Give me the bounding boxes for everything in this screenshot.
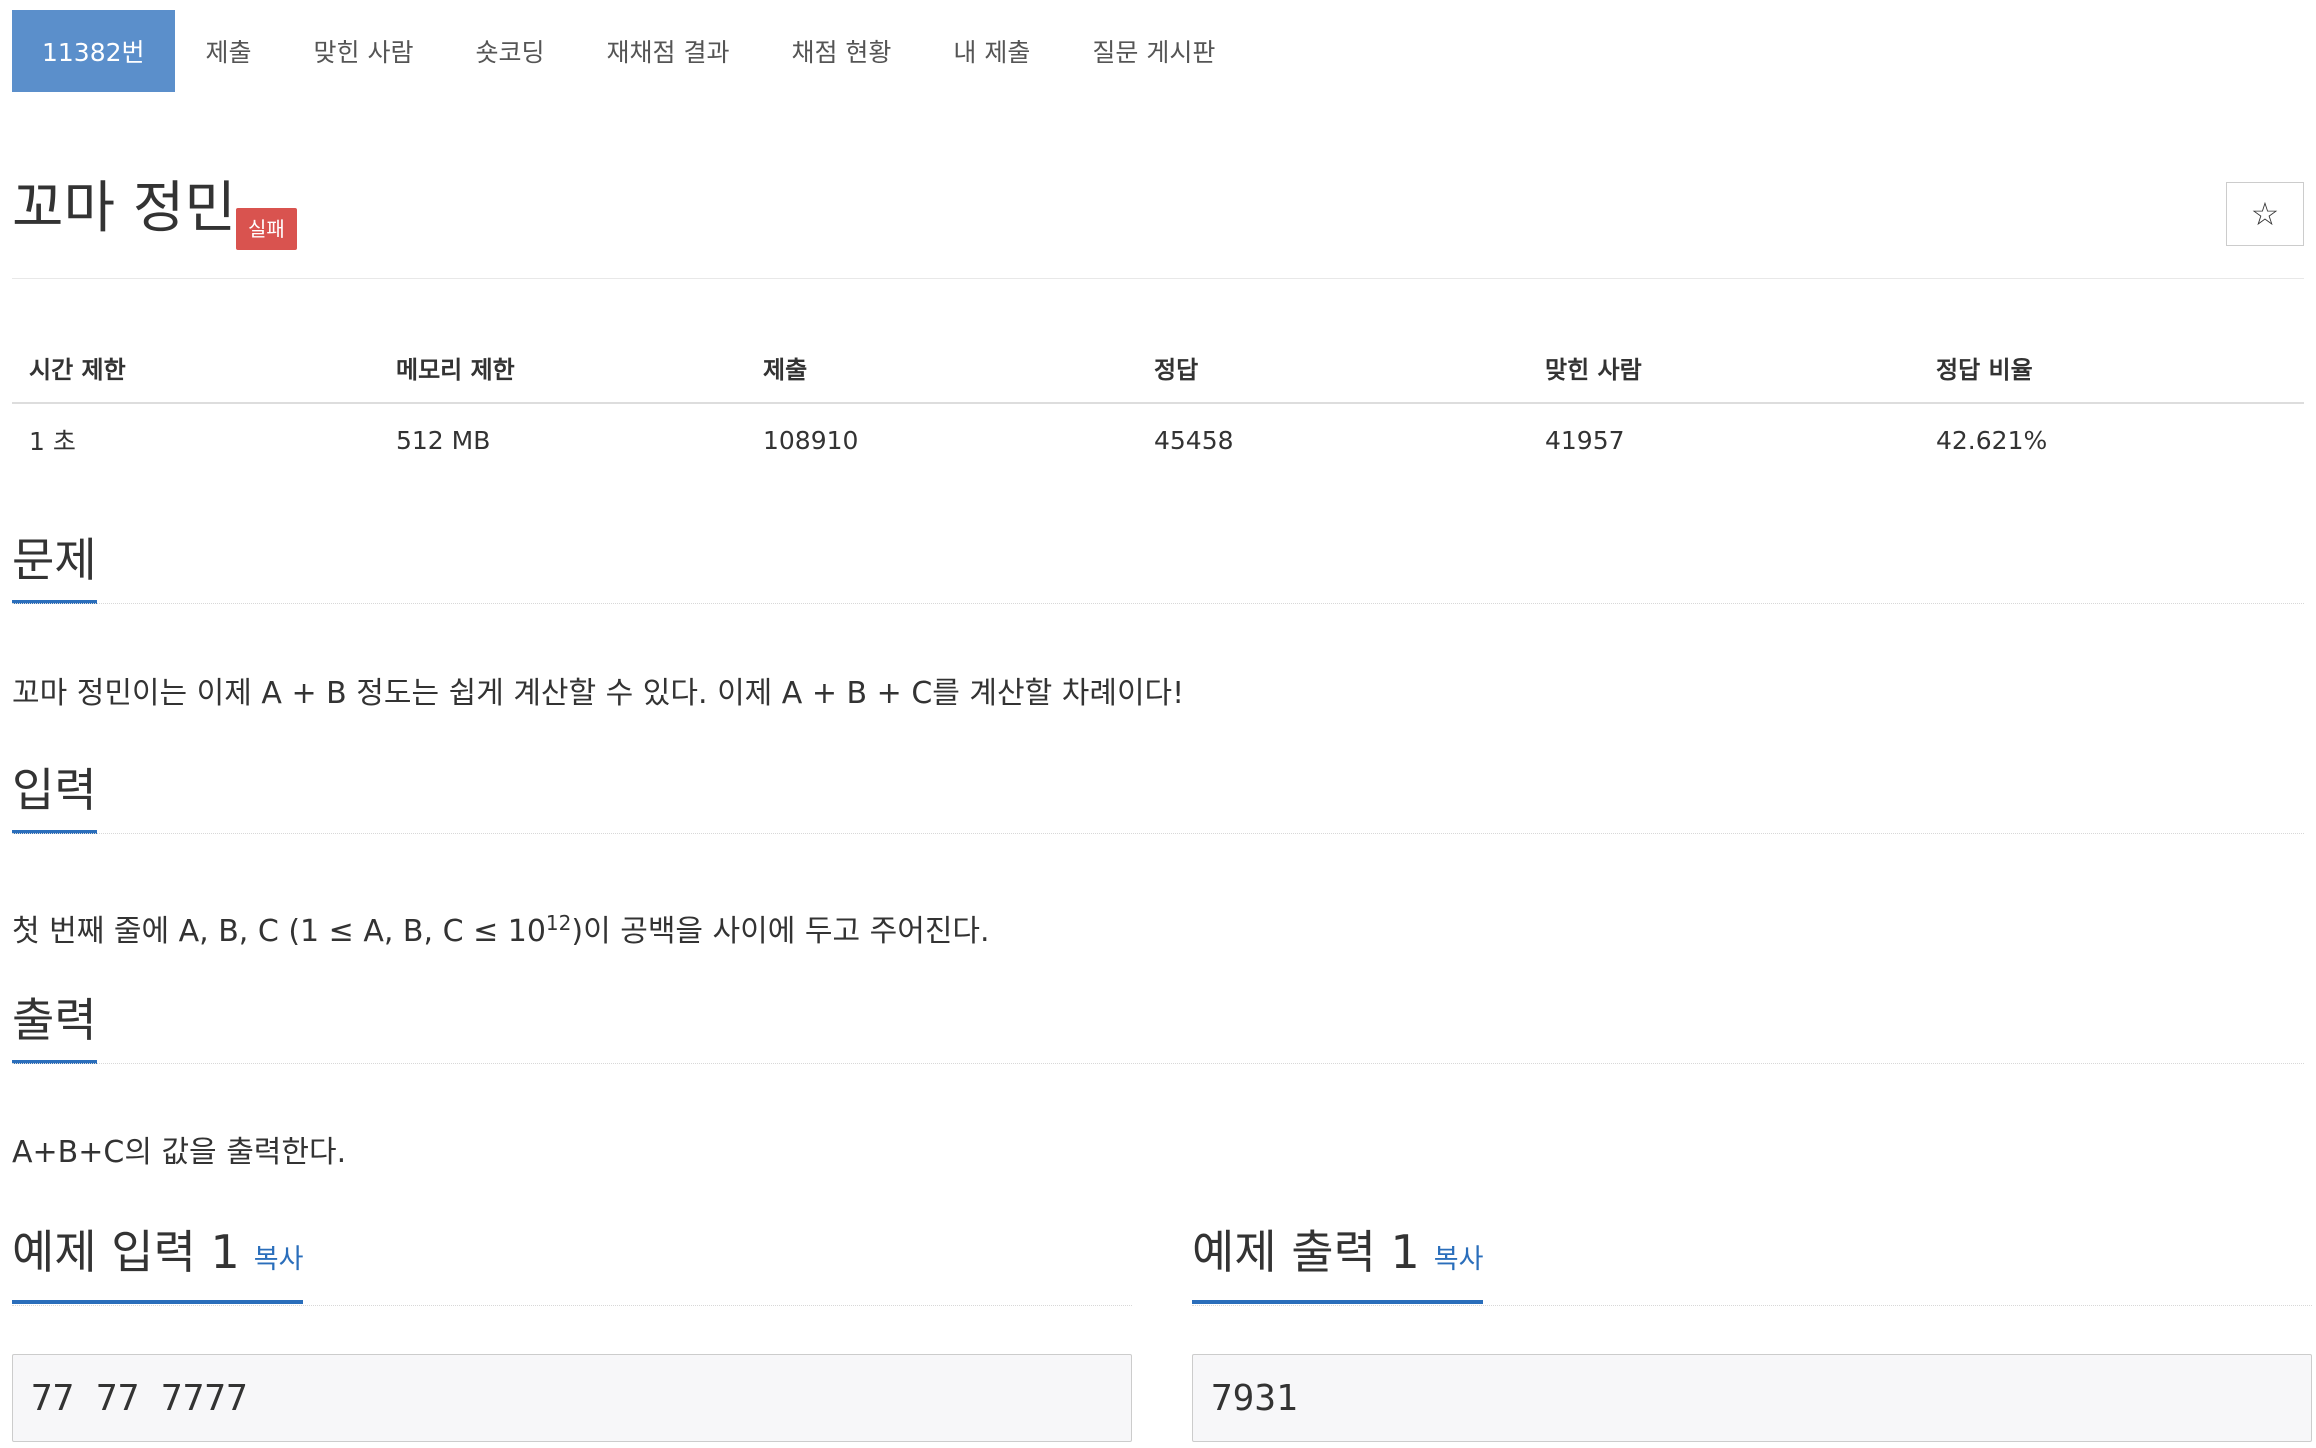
input-text-part: )이 공백을 사이에 두고 주어진다. <box>571 914 990 949</box>
header-accept-ratio: 정답 비율 <box>1919 332 2304 404</box>
header-memory-limit: 메모리 제한 <box>379 332 746 404</box>
value-accept-ratio: 42.621% <box>1936 425 2048 455</box>
section-title: 예제 입력 1 복사 <box>12 1222 304 1304</box>
header-solved-users: 맞힌 사람 <box>1528 332 1919 404</box>
tab-short-coding[interactable]: 숏코딩 <box>445 10 576 92</box>
value-accepted: 45458 <box>1154 425 1234 455</box>
tab-problem[interactable]: 11382번 <box>12 10 175 92</box>
divider <box>12 1305 1132 1306</box>
section-title: 출력 <box>12 990 97 1064</box>
section-title: 문제 <box>12 530 97 604</box>
tab-judge-status[interactable]: 채점 현황 <box>760 10 922 92</box>
sample-output-title: 예제 출력 1 <box>1192 1225 1420 1279</box>
divider <box>12 1063 2304 1064</box>
sample-input-title: 예제 입력 1 <box>12 1225 240 1279</box>
copy-sample-input-link[interactable]: 복사 <box>254 1244 304 1275</box>
title-row: 꼬마 정민 실패 ☆ <box>12 170 2304 256</box>
tab-rejudge-results[interactable]: 재채점 결과 <box>576 10 761 92</box>
status-badge: 실패 <box>236 208 297 250</box>
tab-qna-board[interactable]: 질문 게시판 <box>1061 10 1246 92</box>
description-text: 꼬마 정민이는 이제 A + B 정도는 쉽게 계산할 수 있다. 이제 A +… <box>12 676 1185 711</box>
problem-tabs: 11382번 제출 맞힌 사람 숏코딩 재채점 결과 채점 현황 내 제출 질문… <box>12 10 2304 92</box>
sample-input-data: 77 77 7777 <box>12 1354 1132 1442</box>
section-title: 입력 <box>12 760 97 834</box>
sample-input: 예제 입력 1 복사 77 77 7777 <box>12 1222 1132 1442</box>
value-memory-limit: 512 MB <box>396 425 491 455</box>
tab-solved-users[interactable]: 맞힌 사람 <box>283 10 445 92</box>
input-heading: 입력 <box>12 760 2304 834</box>
description-heading: 문제 <box>12 530 2304 604</box>
divider <box>12 603 2304 604</box>
tab-my-submissions[interactable]: 내 제출 <box>922 10 1061 92</box>
input-text-part: 첫 번째 줄에 A, B, C (1 ≤ A, B, C ≤ 10 <box>12 914 546 949</box>
tab-submit[interactable]: 제출 <box>175 10 283 92</box>
problem-info-table: 시간 제한 메모리 제한 제출 정답 맞힌 사람 정답 비율 1 초 512 M… <box>12 332 2304 476</box>
problem-title: 꼬마 정민 <box>12 176 236 241</box>
header-time-limit: 시간 제한 <box>12 332 379 404</box>
star-button[interactable]: ☆ <box>2226 182 2304 246</box>
divider <box>1192 1305 2312 1306</box>
sample-output-heading: 예제 출력 1 복사 <box>1192 1222 2312 1306</box>
header-accepted: 정답 <box>1137 332 1528 404</box>
star-icon: ☆ <box>2250 195 2280 233</box>
title-divider <box>12 278 2304 279</box>
exponent: 12 <box>545 911 572 935</box>
section-title: 예제 출력 1 복사 <box>1192 1222 1484 1304</box>
sample-output: 예제 출력 1 복사 7931 <box>1192 1222 2312 1442</box>
value-time-limit: 1 초 <box>29 427 76 456</box>
header-submissions: 제출 <box>746 332 1137 404</box>
input-text: 첫 번째 줄에 A, B, C (1 ≤ A, B, C ≤ 1012)이 공백… <box>12 903 990 952</box>
problem-page: 11382번 제출 맞힌 사람 숏코딩 재채점 결과 채점 현황 내 제출 질문… <box>12 10 2312 1442</box>
sample-input-heading: 예제 입력 1 복사 <box>12 1222 1132 1306</box>
output-text: A+B+C의 값을 출력한다. <box>12 1135 347 1170</box>
copy-sample-output-link[interactable]: 복사 <box>1434 1244 1484 1275</box>
divider <box>12 833 2304 834</box>
table-header-row: 시간 제한 메모리 제한 제출 정답 맞힌 사람 정답 비율 <box>12 332 2304 404</box>
sample-output-data: 7931 <box>1192 1354 2312 1442</box>
table-row: 1 초 512 MB 108910 45458 41957 42.621% <box>12 403 2304 476</box>
output-heading: 출력 <box>12 990 2304 1064</box>
value-solved-users: 41957 <box>1545 425 1625 455</box>
value-submissions: 108910 <box>763 425 859 455</box>
